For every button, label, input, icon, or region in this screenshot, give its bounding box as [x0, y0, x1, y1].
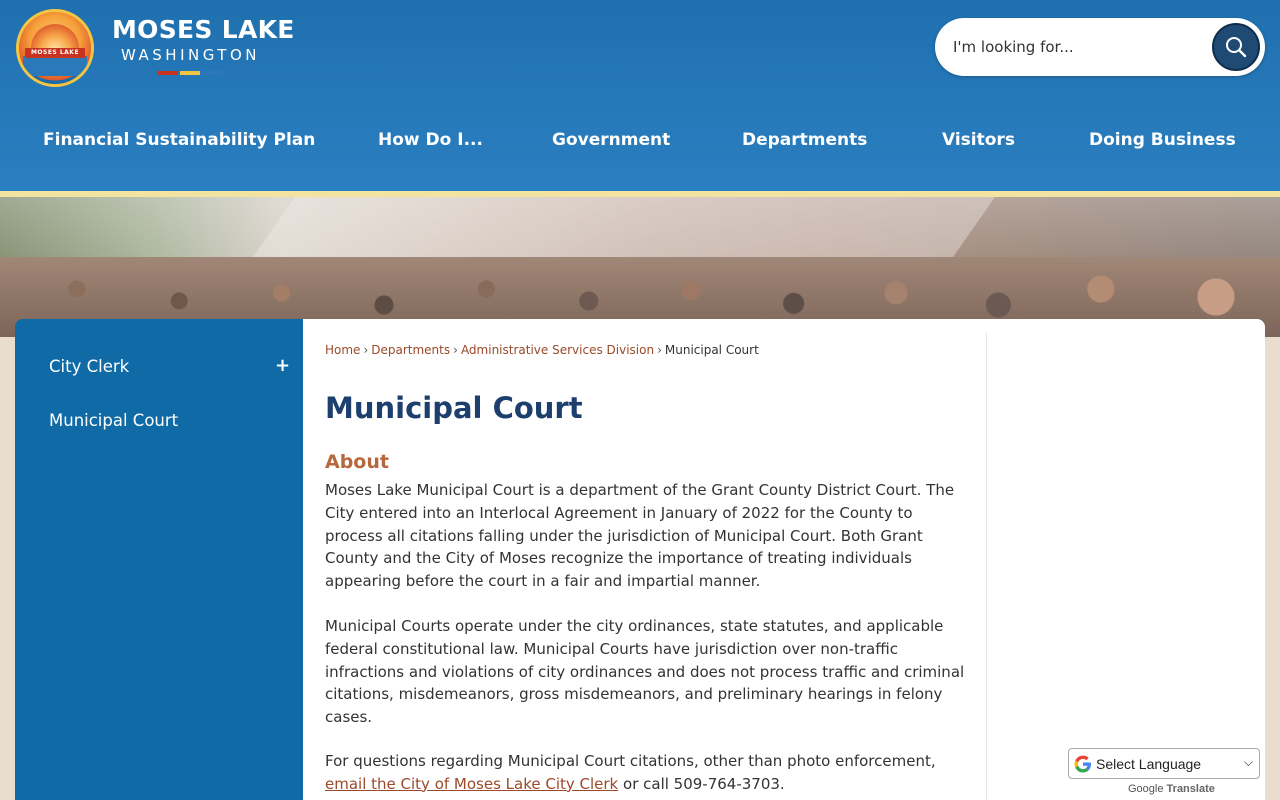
about-paragraph-2: Municipal Courts operate under the city … — [325, 617, 965, 727]
city-seal-logo[interactable]: MOSES LAKE — [16, 9, 94, 87]
content-divider — [986, 333, 987, 800]
nav-departments[interactable]: Departments — [742, 130, 867, 150]
paragraph-3-suffix: or call 509-764-3703. — [618, 774, 785, 793]
sidebar-item-city-clerk[interactable]: City Clerk — [49, 357, 129, 376]
sidebar-item-municipal-court[interactable]: Municipal Court — [49, 411, 178, 430]
breadcrumb-separator: › — [453, 343, 458, 357]
google-translate-credit: Google Translate — [1128, 783, 1215, 795]
google-credit-label: Google — [1128, 783, 1164, 795]
seal-band-text: MOSES LAKE — [25, 48, 85, 58]
main-content: Home › Departments › Administrative Services… — [303, 319, 1265, 800]
breadcrumb: Home › Departments › Administrative Services… — [325, 343, 759, 357]
main-nav: Financial Sustainability Plan How Do I..… — [0, 118, 1280, 168]
expand-city-clerk-button[interactable]: + — [275, 357, 290, 375]
chevron-down-icon: ⌵ — [1243, 755, 1253, 769]
select-language-label: Select Language — [1096, 755, 1202, 772]
language-select[interactable]: Select Language ⌵ — [1068, 748, 1260, 779]
breadcrumb-current: Municipal Court — [664, 343, 759, 357]
search-icon — [1226, 37, 1247, 58]
seal-water — [23, 56, 87, 76]
breadcrumb-separator: › — [657, 343, 662, 357]
breadcrumb-separator: › — [363, 343, 369, 357]
search-input[interactable] — [953, 18, 1203, 76]
about-heading: About — [325, 451, 389, 473]
nav-how-do-i[interactable]: How Do I... — [378, 130, 483, 150]
side-navigation: City Clerk + Municipal Court — [15, 319, 303, 800]
brand-bar-red — [157, 71, 178, 75]
google-g-icon — [1074, 755, 1091, 772]
brand-name[interactable]: MOSES LAKE — [112, 15, 295, 44]
nav-visitors[interactable]: Visitors — [942, 130, 1015, 150]
breadcrumb-home[interactable]: Home — [325, 343, 360, 357]
hero-banner-image — [0, 197, 1280, 337]
email-city-clerk-link[interactable]: email the City of Moses Lake City Clerk — [325, 775, 618, 793]
paragraph-3-prefix: For questions regarding Municipal Court … — [325, 752, 936, 770]
about-paragraph-3: For questions regarding Municipal Court … — [325, 750, 965, 796]
translate-credit-label: Translate — [1166, 783, 1215, 795]
brand-bar-blue — [202, 71, 224, 75]
page-title: Municipal Court — [325, 391, 583, 425]
site-header: MOSES LAKE MOSES LAKE WASHINGTON Financi… — [0, 0, 1280, 191]
nav-doing-business[interactable]: Doing Business — [1089, 130, 1236, 150]
about-paragraph-1: Moses Lake Municipal Court is a departme… — [325, 481, 955, 591]
breadcrumb-administrative-services[interactable]: Administrative Services Division — [461, 343, 654, 357]
breadcrumb-departments[interactable]: Departments — [371, 343, 450, 357]
brand-subtitle: WASHINGTON — [121, 46, 260, 64]
brand-bar-yellow — [179, 71, 201, 75]
nav-financial-sustainability-plan[interactable]: Financial Sustainability Plan — [43, 130, 315, 150]
search-button[interactable] — [1212, 23, 1260, 71]
search-box — [935, 18, 1265, 76]
brand-color-bars — [157, 71, 224, 75]
nav-government[interactable]: Government — [552, 130, 670, 150]
